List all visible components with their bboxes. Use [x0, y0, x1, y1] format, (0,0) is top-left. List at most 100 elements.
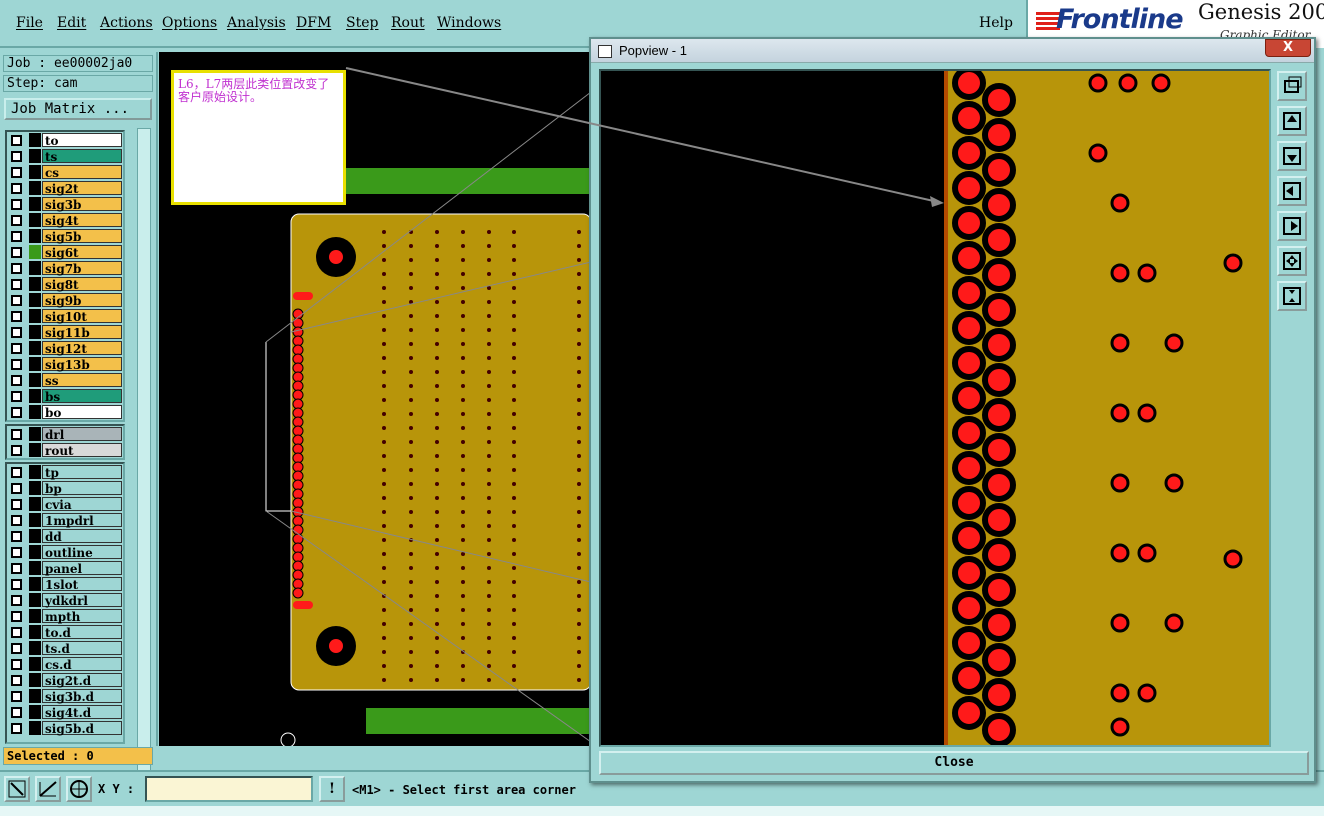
- layer-row-dd[interactable]: dd: [7, 528, 123, 544]
- layer-row-drl[interactable]: drl: [7, 426, 123, 442]
- layer-row-outline[interactable]: outline: [7, 544, 123, 560]
- layer-checkbox[interactable]: [11, 563, 22, 574]
- popview-canvas[interactable]: [599, 69, 1271, 747]
- layer-row-sig13b[interactable]: sig13b: [7, 356, 123, 372]
- layer-name[interactable]: sig2t: [42, 181, 122, 196]
- menu-help[interactable]: Help: [979, 15, 1013, 31]
- layer-row-sig4t[interactable]: sig4t: [7, 212, 123, 228]
- pan-down-button[interactable]: [1277, 141, 1307, 171]
- layer-name[interactable]: drl: [42, 427, 122, 442]
- layer-name[interactable]: tp: [42, 465, 122, 480]
- layer-checkbox[interactable]: [11, 627, 22, 638]
- layer-name[interactable]: 1slot: [42, 577, 122, 592]
- layer-name[interactable]: bo: [42, 405, 122, 420]
- layer-row-ydkdrl[interactable]: ydkdrl: [7, 592, 123, 608]
- layer-checkbox[interactable]: [11, 515, 22, 526]
- layer-row-sig10t[interactable]: sig10t: [7, 308, 123, 324]
- layer-name[interactable]: 1mpdrl: [42, 513, 122, 528]
- layer-row-sig8t[interactable]: sig8t: [7, 276, 123, 292]
- layer-checkbox[interactable]: [11, 183, 22, 194]
- layer-name[interactable]: sig9b: [42, 293, 122, 308]
- menu-file[interactable]: File: [16, 15, 43, 31]
- layer-row-cs[interactable]: cs: [7, 164, 123, 180]
- layer-checkbox[interactable]: [11, 135, 22, 146]
- layer-name[interactable]: sig12t: [42, 341, 122, 356]
- layer-row-sig3b.d[interactable]: sig3b.d: [7, 688, 123, 704]
- zoom-area-button[interactable]: [4, 776, 30, 802]
- menu-windows[interactable]: Windows: [437, 15, 501, 31]
- layer-name[interactable]: ydkdrl: [42, 593, 122, 608]
- layer-checkbox[interactable]: [11, 359, 22, 370]
- exclamation-button[interactable]: !: [319, 776, 345, 802]
- pan-left-button[interactable]: [1277, 176, 1307, 206]
- zoom-out-button[interactable]: [1277, 281, 1307, 311]
- layer-checkbox[interactable]: [11, 467, 22, 478]
- layer-name[interactable]: cs: [42, 165, 122, 180]
- layer-checkbox[interactable]: [11, 691, 22, 702]
- layer-name[interactable]: sig5b.d: [42, 721, 122, 736]
- layer-row-panel[interactable]: panel: [7, 560, 123, 576]
- menu-step[interactable]: Step: [346, 15, 378, 31]
- window-close-button[interactable]: X: [1265, 39, 1311, 57]
- layer-name[interactable]: outline: [42, 545, 122, 560]
- layer-checkbox[interactable]: [11, 595, 22, 606]
- layer-checkbox[interactable]: [11, 675, 22, 686]
- job-matrix-button[interactable]: Job Matrix ...: [4, 98, 152, 120]
- layer-name[interactable]: cs.d: [42, 657, 122, 672]
- layer-name[interactable]: panel: [42, 561, 122, 576]
- layer-name[interactable]: to: [42, 133, 122, 148]
- layer-name[interactable]: cvia: [42, 497, 122, 512]
- layer-row-1mpdrl[interactable]: 1mpdrl: [7, 512, 123, 528]
- layer-name[interactable]: to.d: [42, 625, 122, 640]
- layer-name[interactable]: sig4t: [42, 213, 122, 228]
- layer-checkbox[interactable]: [11, 723, 22, 734]
- layer-row-bo[interactable]: bo: [7, 404, 123, 420]
- layer-row-cvia[interactable]: cvia: [7, 496, 123, 512]
- layer-row-tp[interactable]: tp: [7, 464, 123, 480]
- layer-checkbox[interactable]: [11, 579, 22, 590]
- layer-checkbox[interactable]: [11, 295, 22, 306]
- layer-name[interactable]: sig8t: [42, 277, 122, 292]
- snap-grid-button[interactable]: [66, 776, 92, 802]
- layer-row-ts[interactable]: ts: [7, 148, 123, 164]
- layer-checkbox[interactable]: [11, 215, 22, 226]
- layer-row-mpth[interactable]: mpth: [7, 608, 123, 624]
- layer-checkbox[interactable]: [11, 343, 22, 354]
- layer-checkbox[interactable]: [11, 429, 22, 440]
- layer-checkbox[interactable]: [11, 391, 22, 402]
- layer-row-1slot[interactable]: 1slot: [7, 576, 123, 592]
- layer-row-sig12t[interactable]: sig12t: [7, 340, 123, 356]
- layer-name[interactable]: mpth: [42, 609, 122, 624]
- layer-row-sig5b[interactable]: sig5b: [7, 228, 123, 244]
- menu-analysis[interactable]: Analysis: [227, 15, 286, 31]
- layer-row-sig11b[interactable]: sig11b: [7, 324, 123, 340]
- layer-name[interactable]: sig5b: [42, 229, 122, 244]
- layer-row-to.d[interactable]: to.d: [7, 624, 123, 640]
- layer-checkbox[interactable]: [11, 707, 22, 718]
- layer-name[interactable]: sig13b: [42, 357, 122, 372]
- layer-row-sig3b[interactable]: sig3b: [7, 196, 123, 212]
- layer-row-sig4t.d[interactable]: sig4t.d: [7, 704, 123, 720]
- layer-name[interactable]: bp: [42, 481, 122, 496]
- layer-checkbox[interactable]: [11, 611, 22, 622]
- layer-name[interactable]: ts.d: [42, 641, 122, 656]
- layer-checkbox[interactable]: [11, 375, 22, 386]
- menu-rout[interactable]: Rout: [391, 15, 425, 31]
- layer-row-sig2t.d[interactable]: sig2t.d: [7, 672, 123, 688]
- zoom-home-button[interactable]: [1277, 71, 1307, 101]
- xy-coordinate-input[interactable]: [145, 776, 313, 802]
- layer-checkbox[interactable]: [11, 547, 22, 558]
- layer-checkbox[interactable]: [11, 151, 22, 162]
- layer-name[interactable]: sig2t.d: [42, 673, 122, 688]
- layer-row-to[interactable]: to: [7, 132, 123, 148]
- layer-checkbox[interactable]: [11, 311, 22, 322]
- layer-checkbox[interactable]: [11, 499, 22, 510]
- layer-name[interactable]: ts: [42, 149, 122, 164]
- layer-checkbox[interactable]: [11, 167, 22, 178]
- menu-dfm[interactable]: DFM: [296, 15, 331, 31]
- layer-row-bs[interactable]: bs: [7, 388, 123, 404]
- layer-row-rout[interactable]: rout: [7, 442, 123, 458]
- pan-right-button[interactable]: [1277, 211, 1307, 241]
- layer-name[interactable]: sig6t: [42, 245, 122, 260]
- layer-name[interactable]: bs: [42, 389, 122, 404]
